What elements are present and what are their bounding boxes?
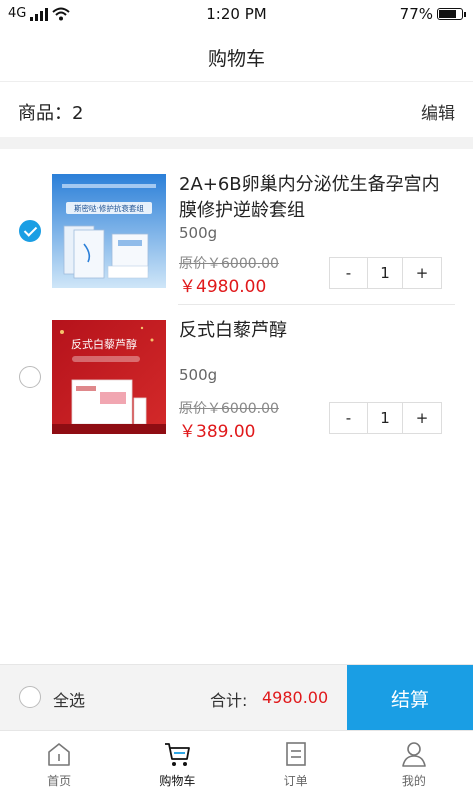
product-weight: 500g — [179, 224, 218, 242]
image-title: 斯密哒·修护抗衰套组 — [74, 203, 144, 213]
product-price: ￥389.00 — [179, 422, 256, 442]
profile-icon — [402, 742, 426, 767]
total-value: 4980.00 — [262, 688, 329, 707]
cart-item: 反式白藜芦醇 反式白藜芦醇 500g 原价￥6000.00 ￥389.00 - … — [0, 306, 473, 454]
checkout-bar: 全选 合计: 4980.00 结算 — [0, 664, 473, 731]
increase-button[interactable]: + — [403, 403, 441, 433]
cart-item: 斯密哒·修护抗衰套组 2A+6B卵巢内分泌优生备孕宫内膜修护逆龄套组 500g … — [0, 160, 473, 308]
battery-icon — [437, 8, 466, 20]
increase-button[interactable]: + — [403, 258, 441, 288]
select-all-checkbox[interactable] — [19, 686, 41, 708]
total-label: 合计: — [210, 691, 248, 710]
status-bar: 4G 1:20 PM 77% — [0, 0, 473, 30]
item-count: 商品：2 — [18, 103, 84, 124]
original-price: 原价￥6000.00 — [179, 256, 279, 272]
decrease-button[interactable]: - — [330, 258, 368, 288]
edit-button[interactable]: 编辑 — [421, 99, 455, 124]
quantity-value[interactable]: 1 — [368, 258, 403, 288]
page-title: 购物车 — [207, 48, 265, 70]
tab-home[interactable]: 首页 — [0, 731, 118, 793]
product-name[interactable]: 2A+6B卵巢内分泌优生备孕宫内膜修护逆龄套组 — [179, 172, 457, 224]
product-image[interactable]: 反式白藜芦醇 — [52, 320, 166, 434]
select-all-label[interactable]: 全选 — [53, 687, 85, 711]
order-icon — [285, 742, 306, 766]
checkout-button[interactable]: 结算 — [347, 665, 473, 731]
tab-cart[interactable]: 购物车 — [118, 731, 236, 793]
tab-label: 购物车 — [159, 774, 196, 788]
quantity-value[interactable]: 1 — [368, 403, 403, 433]
tab-bar: 首页 购物车 订单 我的 — [0, 730, 473, 793]
tab-profile[interactable]: 我的 — [355, 731, 473, 793]
original-price: 原价￥6000.00 — [179, 401, 279, 417]
tab-label: 订单 — [283, 774, 308, 788]
battery-group: 77% — [399, 5, 466, 23]
product-weight: 500g — [179, 366, 218, 384]
product-image[interactable]: 斯密哒·修护抗衰套组 — [52, 174, 166, 288]
quantity-stepper: - 1 + — [329, 402, 442, 434]
tab-orders[interactable]: 订单 — [237, 731, 355, 793]
tab-label: 我的 — [401, 774, 426, 788]
cart-summary: 商品：2 编辑 — [0, 83, 473, 137]
nav-bar: 购物车 — [0, 30, 473, 82]
item-checkbox[interactable] — [19, 366, 41, 388]
product-price: ￥4980.00 — [179, 277, 267, 297]
tab-label: 首页 — [47, 774, 72, 788]
item-checkbox-checked[interactable] — [19, 220, 41, 242]
cart-icon — [165, 743, 191, 766]
section-divider — [0, 137, 473, 149]
quantity-stepper: - 1 + — [329, 257, 442, 289]
home-icon — [48, 743, 70, 766]
battery-percent: 77% — [399, 5, 433, 23]
product-name[interactable]: 反式白藜芦醇 — [179, 318, 457, 344]
item-divider — [178, 304, 455, 305]
decrease-button[interactable]: - — [330, 403, 368, 433]
image-title: 反式白藜芦醇 — [71, 337, 137, 351]
